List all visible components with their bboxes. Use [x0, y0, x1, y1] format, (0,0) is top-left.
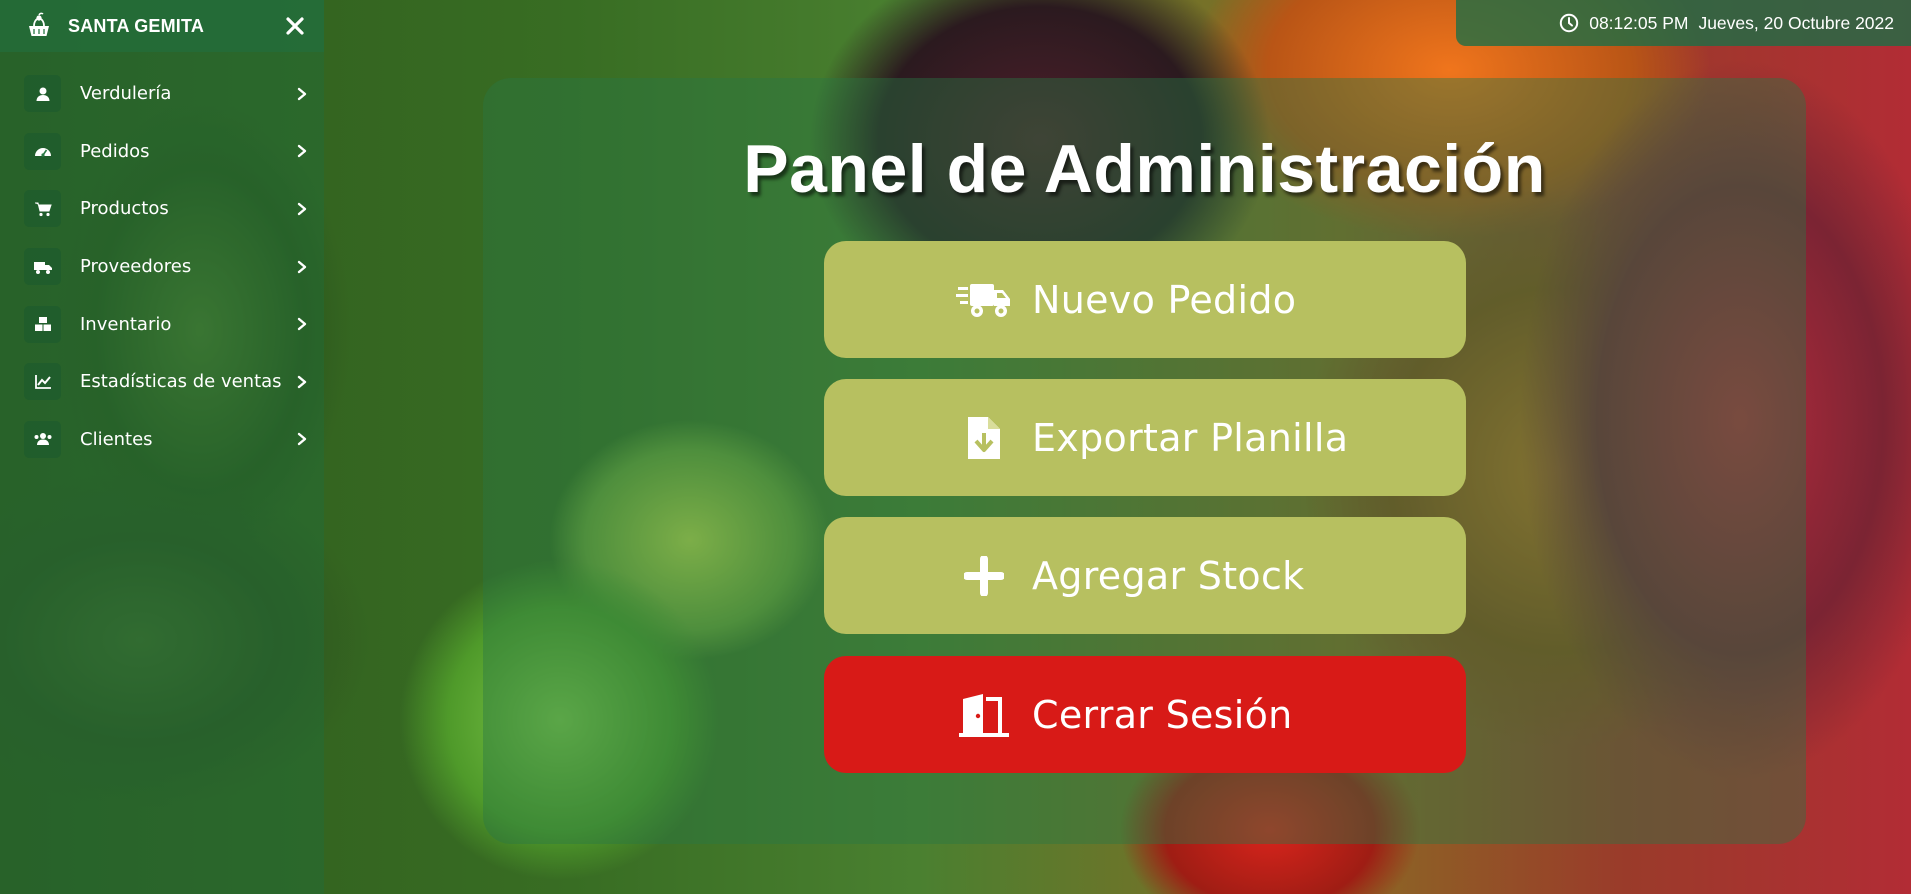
- sidebar-item-inventario[interactable]: Inventario: [0, 295, 324, 353]
- boxes-icon: [24, 305, 61, 343]
- fast-truck-icon: [954, 270, 1014, 330]
- sidebar-item-label: Productos: [80, 198, 169, 220]
- add-stock-button[interactable]: Agregar Stock: [824, 517, 1466, 634]
- plus-icon: [954, 546, 1014, 606]
- dashboard-gauge-icon: [24, 132, 61, 170]
- sidebar-item-proveedores[interactable]: Proveedores: [0, 238, 324, 296]
- sidebar-item-label: Pedidos: [80, 140, 150, 162]
- user-icon: [24, 75, 61, 113]
- page-title: Panel de Administración: [743, 131, 1546, 207]
- sidebar-item-productos[interactable]: Productos: [0, 180, 324, 238]
- clock-date: Jueves, 20 Octubre 2022: [1698, 12, 1894, 33]
- users-icon: [24, 420, 61, 458]
- export-sheet-button[interactable]: Exportar Planilla: [824, 379, 1466, 496]
- sidebar-header: SANTA GEMITA: [0, 0, 324, 52]
- export-sheet-label: Exportar Planilla: [1032, 415, 1349, 460]
- shopping-cart-icon: [24, 190, 61, 228]
- chevron-right-icon: [294, 259, 310, 275]
- close-icon: [286, 17, 304, 35]
- chevron-right-icon: [294, 431, 310, 447]
- door-exit-icon: [954, 685, 1014, 745]
- new-order-button[interactable]: Nuevo Pedido: [824, 241, 1466, 358]
- logout-button[interactable]: Cerrar Sesión: [824, 656, 1466, 773]
- sidebar-item-label: Clientes: [80, 428, 153, 450]
- sidebar-item-label: Estadísticas de ventas: [80, 371, 282, 393]
- chart-line-icon: [24, 363, 61, 401]
- logout-label: Cerrar Sesión: [1032, 692, 1293, 737]
- chevron-right-icon: [294, 374, 310, 390]
- sidebar-menu: Verdulería Pedidos Productos Proveedores…: [0, 65, 324, 468]
- chevron-right-icon: [294, 143, 310, 159]
- sidebar-item-label: Inventario: [80, 313, 172, 335]
- admin-page: SANTA GEMITA Verdulería Pedidos Producto…: [0, 0, 1911, 894]
- add-stock-label: Agregar Stock: [1032, 553, 1305, 598]
- clock-icon: [1559, 13, 1579, 33]
- clock-display: 08:12:05 PM Jueves, 20 Octubre 2022: [1456, 0, 1911, 46]
- sidebar-item-estadisticas[interactable]: Estadísticas de ventas: [0, 353, 324, 411]
- chevron-right-icon: [294, 86, 310, 102]
- file-download-icon: [954, 408, 1014, 468]
- sidebar-item-clientes[interactable]: Clientes: [0, 411, 324, 469]
- admin-panel: Panel de Administración Nuevo Pedido Exp…: [483, 78, 1806, 844]
- clock-time: 08:12:05 PM: [1589, 12, 1689, 33]
- truck-icon: [24, 248, 61, 286]
- chevron-right-icon: [294, 316, 310, 332]
- produce-basket-icon: [24, 11, 54, 41]
- brand-title: SANTA GEMITA: [68, 15, 205, 36]
- close-sidebar-button[interactable]: [282, 13, 308, 39]
- new-order-label: Nuevo Pedido: [1032, 277, 1297, 322]
- sidebar: SANTA GEMITA Verdulería Pedidos Producto…: [0, 0, 324, 894]
- sidebar-item-pedidos[interactable]: Pedidos: [0, 123, 324, 181]
- sidebar-item-label: Proveedores: [80, 256, 192, 278]
- chevron-right-icon: [294, 201, 310, 217]
- sidebar-item-verduleria[interactable]: Verdulería: [0, 65, 324, 123]
- sidebar-item-label: Verdulería: [80, 83, 172, 105]
